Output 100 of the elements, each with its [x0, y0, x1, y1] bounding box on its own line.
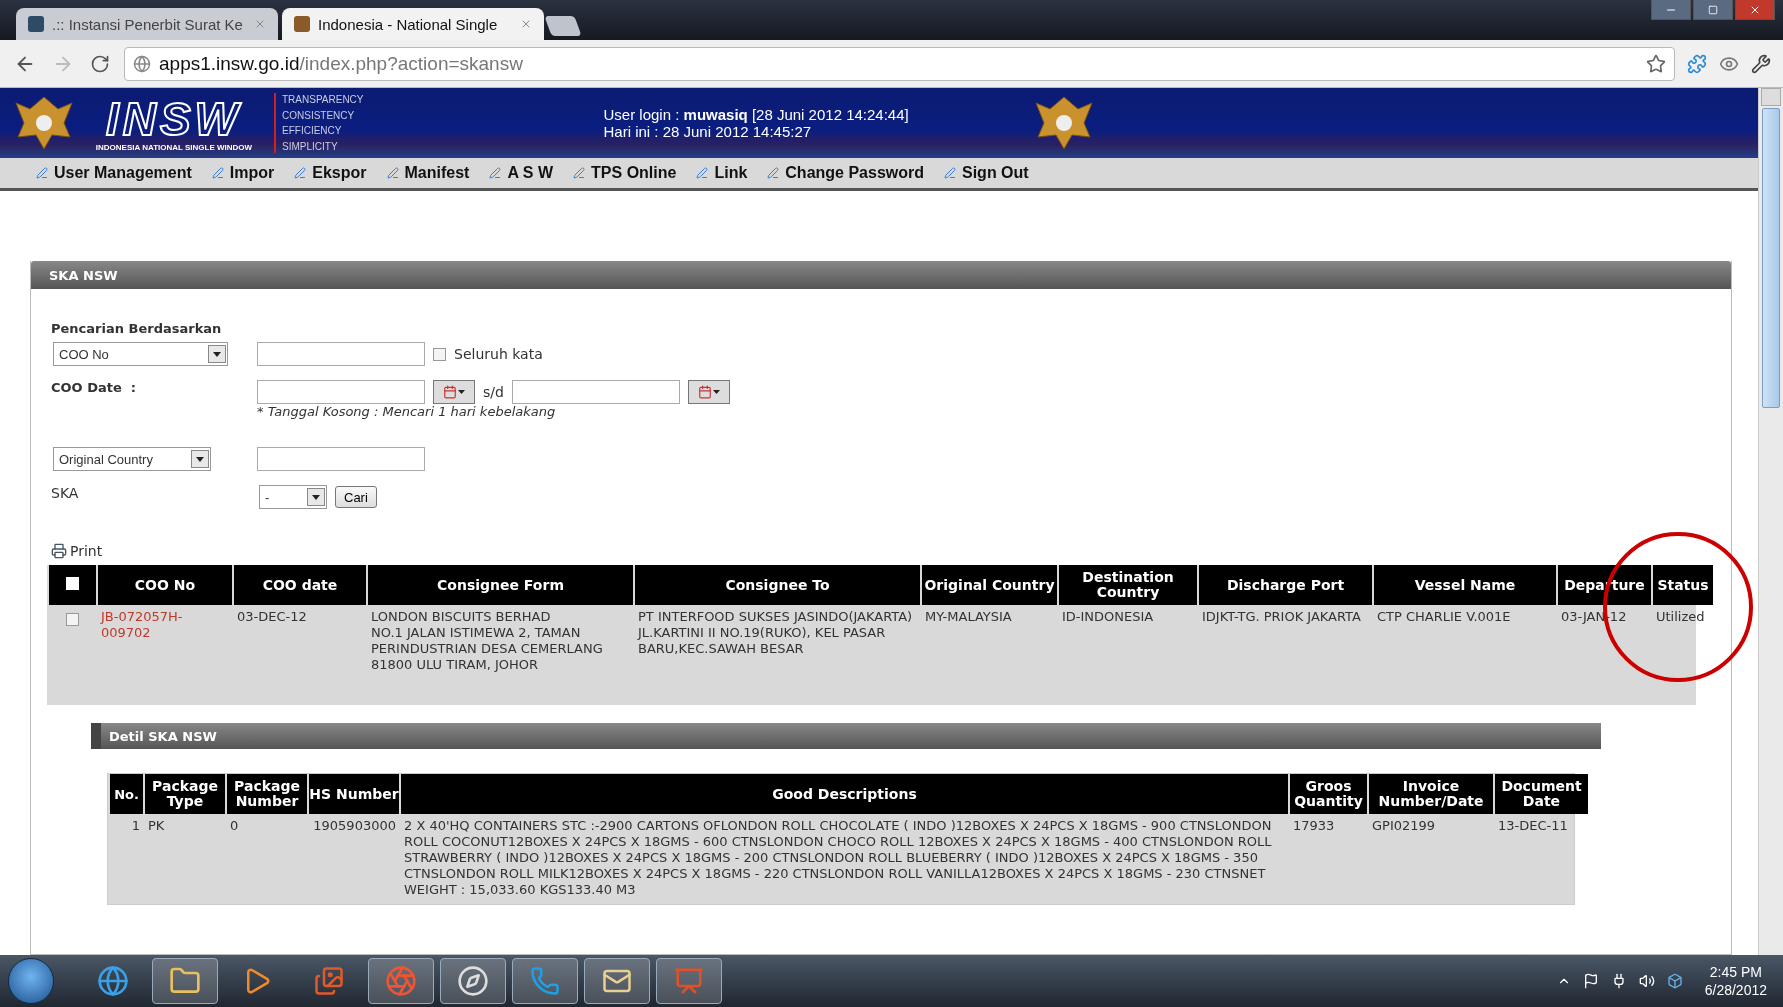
menu-item[interactable]: Ekspor	[294, 164, 367, 182]
taskbar-button[interactable]	[656, 958, 722, 1004]
calendar-button[interactable]	[687, 380, 730, 404]
address-bar[interactable]: apps1.insw.go.id/index.php?action=skansw	[124, 46, 1675, 81]
start-button[interactable]	[8, 958, 54, 1004]
print-link[interactable]: Print	[51, 543, 1731, 559]
column-header: COO date	[234, 565, 366, 605]
menu-item[interactable]: TPS Online	[573, 164, 677, 182]
close-icon[interactable]	[254, 18, 266, 30]
flag-icon[interactable]	[1582, 973, 1599, 989]
date-field[interactable]	[511, 380, 680, 404]
taskbar-button[interactable]	[368, 958, 434, 1004]
table-cell-text: 1	[130, 817, 141, 835]
motto-text: CONSISTENCY	[282, 108, 356, 122]
table-cell-text: IDJKT-TG. PRIOK JAKARTA	[1201, 608, 1362, 626]
column-header: Status	[1653, 565, 1713, 605]
table-cell-text: GPI02199	[1371, 817, 1437, 835]
box-icon[interactable]	[1666, 973, 1683, 989]
login-info: User login : muwasiq [28 Juni 2012 14:24:44]	[603, 106, 910, 123]
logo-text: INSW	[105, 94, 243, 143]
speaker-icon[interactable]	[1638, 973, 1655, 989]
favicon-icon	[294, 16, 310, 32]
table-cell-text: ID-INDONESIA	[1061, 608, 1155, 626]
url-text: apps1.insw.go.id/index.php?action=skansw	[159, 52, 524, 75]
field-label: COO Date :	[51, 380, 137, 395]
hint-text: * Tanggal Kosong : Mencari 1 hari kebelakang	[257, 404, 556, 419]
panel-header: SKA NSW	[31, 261, 1731, 289]
wrench-icon[interactable]	[1751, 53, 1771, 74]
checkbox[interactable]	[66, 613, 79, 626]
table-cell-text: PK	[147, 817, 166, 835]
taskbar-button[interactable]	[584, 958, 650, 1004]
dropdown[interactable]: -	[259, 485, 327, 509]
maximize-button[interactable]	[1693, 0, 1733, 20]
menu-item[interactable]: Change Password	[767, 164, 924, 182]
caret-icon	[712, 390, 720, 394]
motto-text: EFFICIENCY	[282, 124, 343, 138]
table-cell-text: 03-DEC-12	[236, 608, 308, 626]
caret-icon	[458, 390, 465, 394]
pen-icon	[767, 167, 780, 179]
column-header: Package Type	[145, 774, 225, 814]
close-icon[interactable]	[520, 18, 532, 30]
field-label: SKA	[51, 485, 80, 501]
menu-item[interactable]: A S W	[489, 164, 554, 182]
record-link[interactable]: JB-072057H-009702	[98, 605, 232, 705]
scrollbar[interactable]	[1758, 88, 1783, 955]
date-field[interactable]	[257, 380, 425, 404]
printer-icon	[51, 543, 67, 559]
pen-icon	[211, 167, 224, 179]
calendar-button[interactable]	[433, 380, 475, 404]
pen-icon	[489, 167, 502, 179]
pen-icon	[944, 167, 956, 179]
globe-icon	[97, 965, 129, 997]
menu-item[interactable]: User Management	[36, 164, 192, 182]
pen-icon	[573, 167, 586, 179]
column-header: COO No	[98, 565, 232, 605]
table-cell-text: LONDON BISCUITS BERHAD NO.1 JALAN ISTIMEWA 2, TAMAN PERINDUSTRIAN DESA CEMERLANG 81800 ULU TIRAM, JOHOR	[370, 608, 604, 674]
taskbar-button[interactable]	[152, 958, 218, 1004]
reload-icon	[90, 53, 110, 74]
maximize-icon	[1708, 4, 1718, 15]
panel-header: Detil SKA NSW	[91, 723, 1601, 749]
column-header: Groos Quantity	[1290, 774, 1367, 814]
browser-tab[interactable]: .:: Instansi Penerbit Surat Ke	[16, 8, 278, 40]
table-cell-text: CTP CHARLIE V.001E	[1376, 608, 1512, 626]
dropdown[interactable]: Original Country	[53, 447, 211, 471]
images-icon	[314, 966, 344, 996]
text-field[interactable]	[257, 447, 425, 471]
search-button[interactable]: Cari	[335, 486, 377, 508]
checkbox-label: Seluruh kata	[454, 346, 543, 362]
calendar-icon	[443, 385, 457, 399]
table-cell-text: 1905903000	[312, 817, 397, 835]
menu-item[interactable]: Sign Out	[944, 164, 1029, 182]
new-tab-button[interactable]	[544, 16, 582, 36]
column-header: No.	[110, 774, 143, 814]
table-cell-text: PT INTERFOOD SUKSES JASINDO(JAKARTA) JL.KARTINI II NO.19(RUKO), KEL PASAR BARU,KEC.SAWAH BESAR	[636, 608, 914, 658]
caret-icon	[191, 450, 209, 468]
table-cell-text: 13-DEC-11	[1497, 817, 1569, 835]
menu-item[interactable]: Impor	[211, 164, 275, 182]
menu-item[interactable]: Link	[696, 164, 748, 182]
dropdown[interactable]: COO No	[53, 342, 228, 366]
checkbox[interactable]	[433, 347, 446, 361]
column-header: Original Country	[922, 565, 1057, 605]
table-cell-text: MY-MALAYSIA	[924, 608, 1013, 626]
pen-icon	[294, 167, 307, 179]
column-header: Consignee Form	[368, 565, 633, 605]
caret-icon	[208, 345, 226, 363]
extension-icon[interactable]	[1687, 53, 1707, 74]
star-icon[interactable]	[1646, 53, 1666, 74]
favicon-icon	[28, 16, 44, 32]
column-header: Destination Country	[1059, 565, 1197, 605]
clock[interactable]: 2:45 PM 6/28/2012	[1704, 963, 1767, 999]
text-field[interactable]	[257, 342, 425, 366]
menu-item[interactable]: Manifest	[386, 164, 470, 182]
logo-caption: INDONESIA NATIONAL SINGLE WINDOW	[95, 142, 253, 152]
column-header: Package Number	[227, 774, 307, 814]
taskbar-button[interactable]	[512, 958, 578, 1004]
pen-icon	[386, 167, 399, 179]
browser-tab[interactable]: Indonesia - National Single	[282, 8, 544, 40]
taskbar-button[interactable]	[440, 958, 506, 1004]
globe-icon	[133, 54, 151, 73]
pen-icon	[696, 167, 709, 179]
